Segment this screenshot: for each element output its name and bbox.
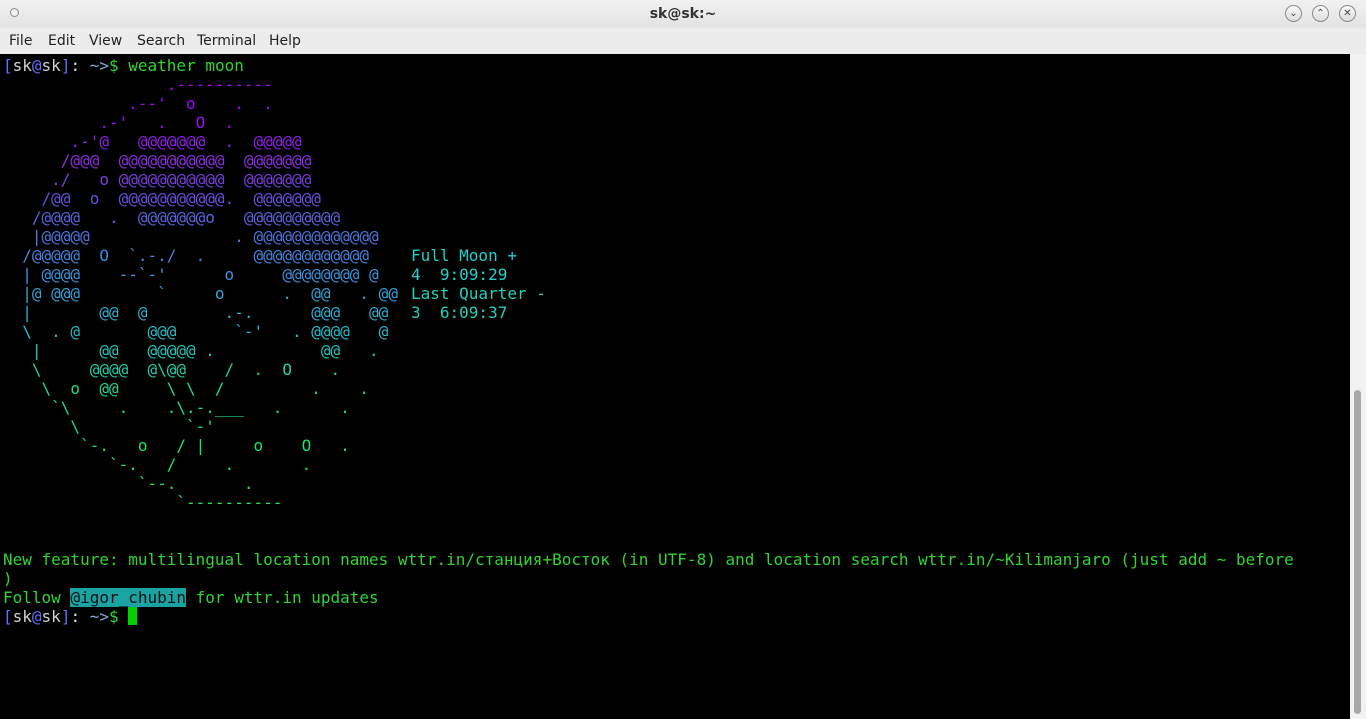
moon-phase-2: Last Quarter - [411,284,546,303]
menu-view[interactable]: View [89,33,122,49]
window-title: sk@sk:~ [649,6,717,22]
moon-ascii-line: `-. / . . [3,455,312,474]
moon-ascii-line: `---------- [3,493,283,512]
moon-ascii-line: | @@@@ --`-' o @@@@@@@@ @ [3,265,379,284]
moon-ascii-line: `\ . .\.-.___ . . [3,398,350,417]
menu-terminal[interactable]: Terminal [197,33,256,49]
moon-phase-2-time: 3 6:09:37 [411,303,508,322]
text-cursor [128,607,138,625]
vertical-scrollbar[interactable] [1350,54,1366,719]
moon-ascii-line: .-'@ @@@@@@@ . @@@@@ [3,132,302,151]
menu-help[interactable]: Help [269,33,301,49]
moon-ascii-line: .---------- [3,75,273,94]
follow-line: Follow @igor_chubin for wttr.in updates [3,588,379,607]
moon-ascii-line: \ o @@ \ \ / . . [3,379,370,398]
moon-phase-1-time: 4 9:09:29 [411,265,508,284]
moon-ascii-line: /@@@@ . @@@@@@@o @@@@@@@@@@ [3,208,341,227]
prompt-host: sk [41,56,61,75]
maximize-button[interactable]: ⌃ [1312,5,1329,22]
moon-ascii-line: \ @@@@ @\@@ / . O . [3,360,341,379]
menu-search[interactable]: Search [137,33,185,49]
moon-ascii-line: \ . @ @@@ `-' . @@@@ @ [3,322,389,341]
moon-ascii-line: `-. o / | o O . [3,436,350,455]
moon-ascii-line: |@@@@@ . @@@@@@@@@@@@@ [3,227,379,246]
moon-ascii-line: /@@@@@ O `.-./ . @@@@@@@@@@@@ [3,246,370,265]
prompt-user: sk [12,56,32,75]
menu-edit[interactable]: Edit [48,33,75,49]
moon-ascii-line: /@@ o @@@@@@@@@@@. @@@@@@@ [3,189,321,208]
moon-ascii-line: .-' . O . [3,113,235,132]
moon-ascii-line: ./ o @@@@@@@@@@@ @@@@@@@ [3,170,312,189]
terminal-output[interactable]: [sk@sk]: ~>$ weather moon .---------- .-… [0,54,1350,719]
moon-ascii-line: /@@@ @@@@@@@@@@@ @@@@@@@ [3,151,312,170]
scrollbar-thumb[interactable] [1354,390,1361,714]
moon-ascii-line: | @@ @ .-. @@@ @@ [3,303,389,322]
title-bar: sk@sk:~ ⌄ ⌃ ✕ [0,0,1366,28]
moon-ascii-line: | @@ @@@@@ . @@ . [3,341,379,360]
prompt-line-1: [sk@sk]: ~>$ weather moon [3,56,244,75]
moon-ascii-line: `--. . [3,474,254,493]
menu-file[interactable]: File [9,33,32,49]
command-text: weather moon [128,56,244,75]
moon-ascii-line: \ `-' [3,417,215,436]
menu-bar: File Edit View Search Terminal Help [0,28,1366,54]
prompt-line-2: [sk@sk]: ~>$ [3,607,138,626]
close-button[interactable]: ✕ [1339,5,1356,22]
feature-announcement: New feature: multilingual location names… [3,550,1294,569]
moon-phase-1: Full Moon + [411,246,517,265]
moon-ascii-line: .--' o . . [3,94,273,113]
minimize-button[interactable]: ⌄ [1285,5,1302,22]
twitter-handle: @igor_chubin [70,588,187,607]
moon-ascii-line: |@ @@@ ` o . @@ . @@ [3,284,398,303]
feature-announcement-wrap: ) [3,569,13,588]
